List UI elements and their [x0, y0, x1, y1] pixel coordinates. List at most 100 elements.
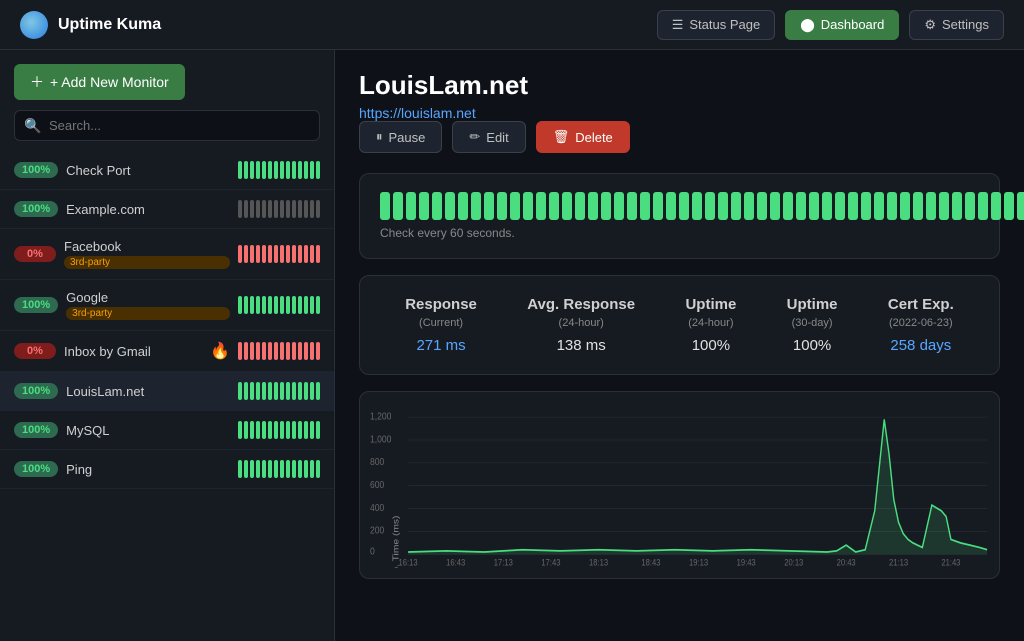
settings-button[interactable]: ⚙ Settings [909, 10, 1004, 40]
monitor-item-ping[interactable]: 100%Ping [0, 450, 334, 489]
monitor-item-google[interactable]: 100%Google3rd-party [0, 280, 334, 331]
bar-segment [268, 342, 272, 360]
bar-segment [280, 296, 284, 314]
heartbeat-segment [744, 192, 754, 220]
bar-segment [268, 200, 272, 218]
heartbeat-segment [640, 192, 650, 220]
stat-label: Avg. Response [527, 296, 635, 313]
stat-value: 100% [685, 337, 736, 354]
bar-segment [316, 245, 320, 263]
stat-value[interactable]: 271 ms [405, 337, 477, 354]
layout: ＋ + Add New Monitor 🔍 100%Check Port100%… [0, 50, 1024, 641]
bar-segment [262, 200, 266, 218]
heartbeat-segment [380, 192, 390, 220]
svg-text:200: 200 [370, 525, 384, 537]
bar-segment [298, 342, 302, 360]
bar-segment [262, 460, 266, 478]
bar-segment [298, 460, 302, 478]
heartbeat-segment [1004, 192, 1014, 220]
monitor-bars [238, 460, 320, 478]
monitor-sub-badge: 3rd-party [64, 256, 230, 269]
heartbeat-segment [523, 192, 533, 220]
add-new-monitor-button[interactable]: ＋ + Add New Monitor [14, 64, 185, 100]
heartbeat-segment [406, 192, 416, 220]
bar-segment [304, 421, 308, 439]
bar-segment [298, 421, 302, 439]
monitor-item-facebook[interactable]: 0% Facebook3rd-party [0, 229, 334, 280]
bar-segment [286, 296, 290, 314]
heartbeat-segment [601, 192, 611, 220]
bar-segment [310, 342, 314, 360]
heartbeat-segment [913, 192, 923, 220]
bar-segment [280, 200, 284, 218]
bar-segment [262, 245, 266, 263]
heartbeat-segment [965, 192, 975, 220]
heartbeat-segment [692, 192, 702, 220]
bar-segment [286, 161, 290, 179]
dashboard-button[interactable]: ⬤ Dashboard [785, 10, 899, 40]
heartbeat-segment [588, 192, 598, 220]
svg-text:18:43: 18:43 [641, 557, 660, 568]
heartbeat-segment [809, 192, 819, 220]
monitor-name-wrap: Facebook3rd-party [64, 239, 230, 269]
bar-segment [286, 342, 290, 360]
bar-segment [286, 245, 290, 263]
bar-segment [304, 296, 308, 314]
bar-segment [292, 245, 296, 263]
heartbeat-segment [731, 192, 741, 220]
bar-segment [280, 161, 284, 179]
monitor-item-louislam-net[interactable]: 100%LouisLam.net [0, 372, 334, 411]
chart-section: 1,200 1,000 800 600 400 200 0 Resp. Time… [359, 391, 1000, 579]
bar-segment [316, 460, 320, 478]
bar-segment [310, 460, 314, 478]
edit-button[interactable]: ✏ Edit [452, 121, 525, 153]
bar-segment [310, 245, 314, 263]
bar-segment [262, 421, 266, 439]
bar-segment [250, 161, 254, 179]
monitor-name: Example.com [66, 202, 230, 217]
header-right: ☰ Status Page ⬤ Dashboard ⚙ Settings [657, 10, 1004, 40]
bar-segment [256, 296, 260, 314]
monitor-badge: 100% [14, 422, 58, 438]
status-page-button[interactable]: ☰ Status Page [657, 10, 775, 40]
bar-segment [256, 460, 260, 478]
monitor-badge: 0% [14, 246, 56, 262]
logo-icon [20, 11, 48, 39]
stat-value[interactable]: 258 days [888, 337, 954, 354]
svg-text:16:13: 16:13 [399, 557, 418, 568]
heartbeat-segment [926, 192, 936, 220]
bar-segment [298, 161, 302, 179]
monitor-name: Check Port [66, 163, 230, 178]
bar-segment [310, 421, 314, 439]
monitor-url[interactable]: https://louislam.net [359, 105, 476, 121]
delete-button[interactable]: 🗑 Delete [536, 121, 630, 153]
bar-segment [244, 382, 248, 400]
heartbeat-segment [419, 192, 429, 220]
header: Uptime Kuma ☰ Status Page ⬤ Dashboard ⚙ … [0, 0, 1024, 50]
monitor-item-inbox-by-gmail[interactable]: 0%Inbox by Gmail🔥 [0, 331, 334, 372]
pause-button[interactable]: ⏸ Pause [359, 121, 442, 153]
monitor-item-check-port[interactable]: 100%Check Port [0, 151, 334, 190]
search-input[interactable] [14, 110, 320, 141]
bar-segment [304, 342, 308, 360]
monitor-bars [238, 342, 320, 360]
monitor-sub-badge: 3rd-party [66, 307, 230, 320]
bar-segment [268, 296, 272, 314]
bar-segment [298, 296, 302, 314]
bar-segment [268, 421, 272, 439]
monitor-name: Google [66, 290, 230, 305]
chart-wrap: 1,200 1,000 800 600 400 200 0 Resp. Time… [370, 408, 989, 568]
heartbeat-segment [562, 192, 572, 220]
monitor-item-mysql[interactable]: 100% MySQL [0, 411, 334, 450]
bar-segment [274, 342, 278, 360]
stats-row: Response(Current)271 msAvg. Response(24-… [359, 275, 1000, 375]
search-icon: 🔍 [24, 117, 41, 134]
bar-segment [268, 161, 272, 179]
stat-sub: (30-day) [787, 317, 838, 329]
bar-segment [316, 200, 320, 218]
bar-segment [316, 342, 320, 360]
monitor-name: MySQL [66, 423, 230, 438]
bar-segment [244, 421, 248, 439]
heartbeat-segment [705, 192, 715, 220]
monitor-item-example-com[interactable]: 100%Example.com [0, 190, 334, 229]
